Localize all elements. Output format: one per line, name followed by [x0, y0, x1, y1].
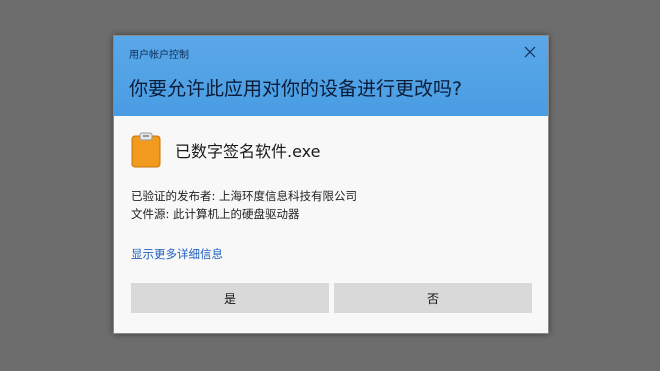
yes-button[interactable]: 是	[131, 283, 329, 313]
no-button[interactable]: 否	[334, 283, 532, 313]
app-row: 已数字签名软件.exe	[131, 131, 320, 169]
close-icon	[524, 46, 536, 58]
publisher-label: 已验证的发布者:	[131, 189, 216, 203]
source-value: 此计算机上的硬盘驱动器	[173, 207, 300, 221]
close-button[interactable]	[519, 41, 541, 63]
info-block: 已验证的发布者: 上海环度信息科技有限公司 文件源: 此计算机上的硬盘驱动器	[131, 187, 357, 223]
publisher-value: 上海环度信息科技有限公司	[219, 189, 358, 203]
app-name: 已数字签名软件.exe	[175, 142, 321, 161]
uac-dialog: 用户帐户控制 你要允许此应用对你的设备进行更改吗? 已数字签名软件.exe 已验…	[113, 35, 549, 334]
dialog-question: 你要允许此应用对你的设备进行更改吗?	[129, 78, 463, 100]
clipboard-app-icon	[131, 132, 161, 168]
dialog-header: 用户帐户控制 你要允许此应用对你的设备进行更改吗?	[114, 36, 548, 116]
dialog-caption: 用户帐户控制	[129, 50, 189, 61]
show-details-link[interactable]: 显示更多详细信息	[131, 246, 223, 262]
publisher-row: 已验证的发布者: 上海环度信息科技有限公司	[131, 187, 357, 205]
source-row: 文件源: 此计算机上的硬盘驱动器	[131, 205, 357, 223]
source-label: 文件源:	[131, 207, 170, 221]
